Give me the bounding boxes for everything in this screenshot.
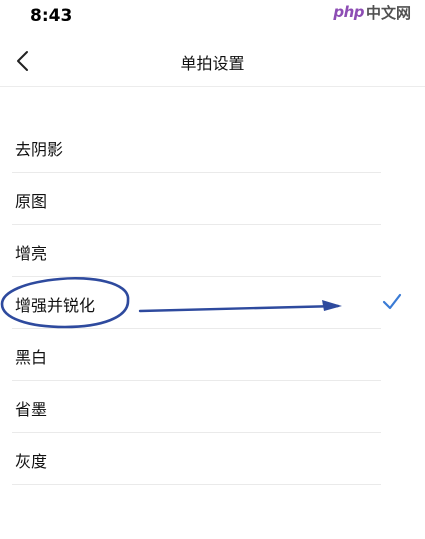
option-row-original[interactable]: 原图 — [0, 173, 425, 225]
status-bar: 8:43 php 中文网 — [0, 0, 425, 32]
watermark-cn-text: 中文网 — [365, 3, 411, 22]
option-label: 原图 — [15, 192, 48, 211]
option-label: 灰度 — [15, 452, 48, 471]
options-list: 去阴影 原图 增亮 增强并锐化 黑白 省墨 灰度 — [0, 121, 425, 485]
check-icon — [382, 293, 402, 310]
option-label: 增亮 — [15, 244, 48, 263]
option-row-brighten[interactable]: 增亮 — [0, 225, 425, 277]
header-divider — [0, 86, 425, 87]
option-row-black-white[interactable]: 黑白 — [0, 329, 425, 381]
option-row-enhance-sharpen[interactable]: 增强并锐化 — [0, 277, 425, 329]
site-watermark: php 中文网 — [333, 0, 411, 24]
option-label: 黑白 — [15, 348, 48, 367]
nav-bar: 单拍设置 — [0, 36, 425, 86]
option-label: 省墨 — [15, 400, 48, 419]
option-row-save-ink[interactable]: 省墨 — [0, 381, 425, 433]
page-title: 单拍设置 — [180, 54, 245, 73]
option-row-grayscale[interactable]: 灰度 — [0, 433, 425, 485]
option-label: 去阴影 — [15, 140, 64, 159]
option-row-remove-shadow[interactable]: 去阴影 — [0, 121, 425, 173]
status-time: 8:43 — [30, 6, 73, 26]
watermark-php-text: php — [333, 3, 364, 21]
option-label: 增强并锐化 — [15, 296, 96, 315]
row-divider — [12, 484, 381, 485]
